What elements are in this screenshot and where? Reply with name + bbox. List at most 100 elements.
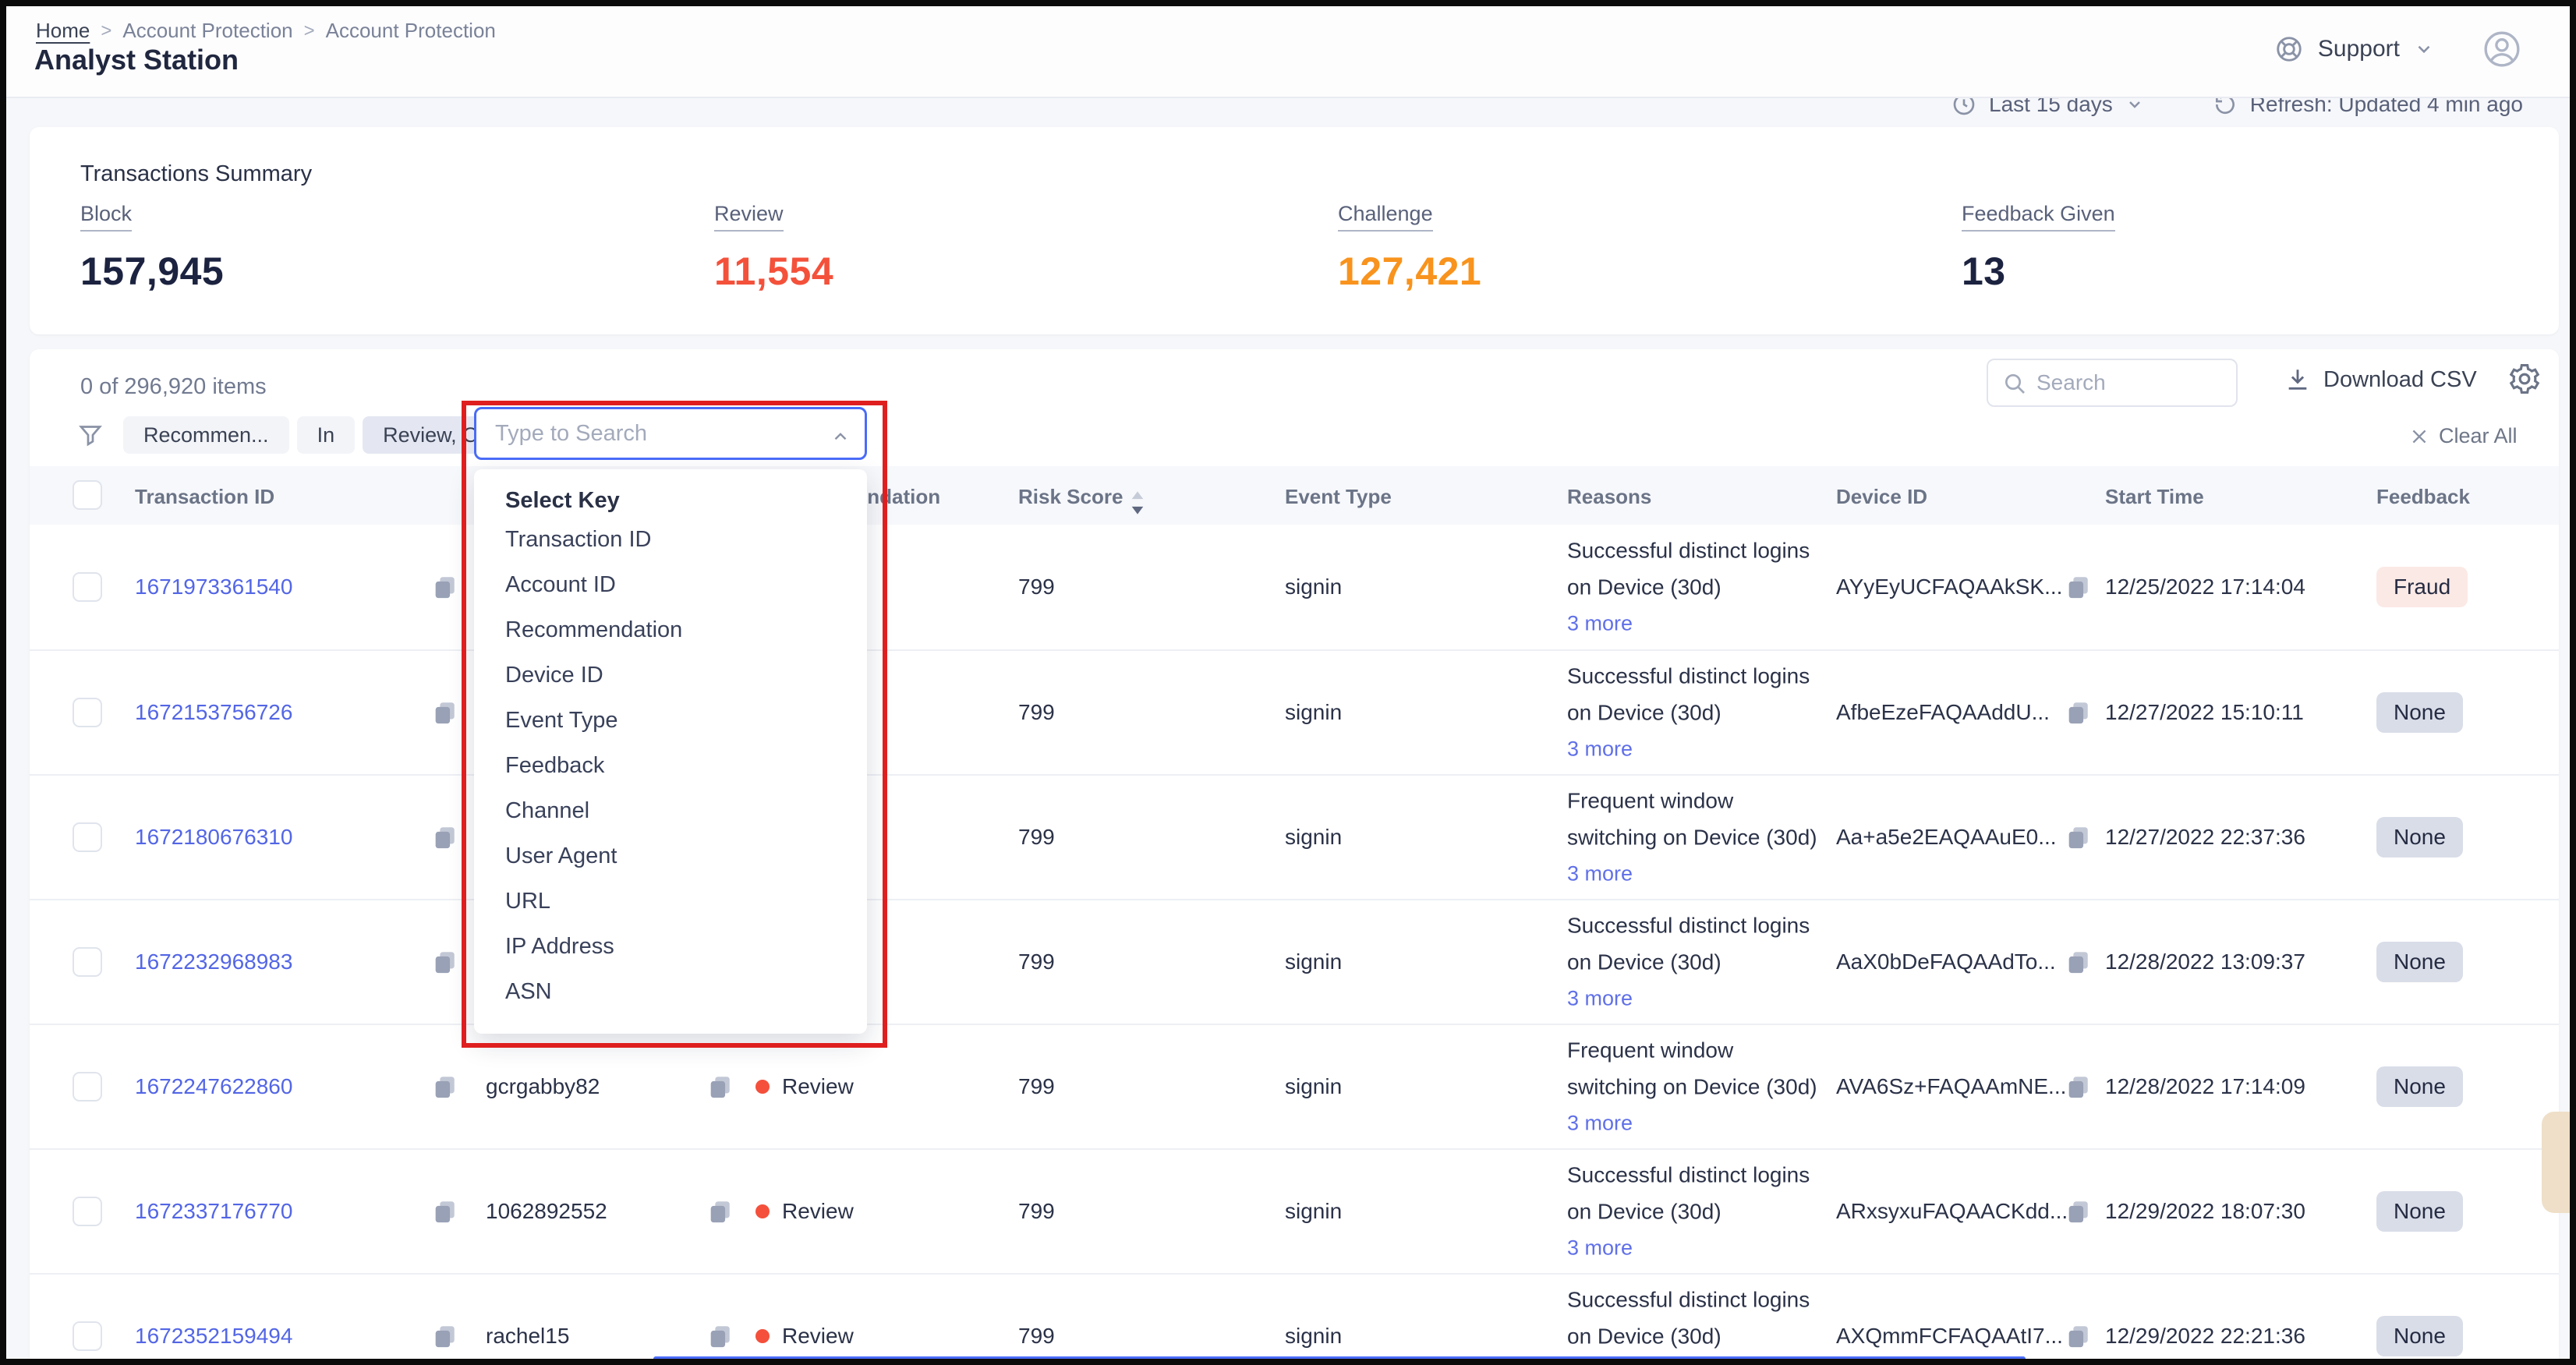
- column-header-feedback[interactable]: Feedback: [2376, 485, 2470, 509]
- transaction-id-link[interactable]: 1672232968983: [135, 949, 292, 974]
- copy-icon[interactable]: [2065, 1323, 2091, 1349]
- dropdown-option[interactable]: URL: [474, 879, 867, 924]
- copy-icon[interactable]: [431, 1073, 458, 1100]
- start-time: 12/27/2022 22:37:36: [2105, 825, 2305, 850]
- feedback-badge: Fraud: [2376, 567, 2468, 607]
- breadcrumb-item: Account Protection: [326, 19, 496, 43]
- dropdown-option[interactable]: Device ID: [474, 652, 867, 698]
- download-csv-label: Download CSV: [2323, 367, 2477, 393]
- dropdown-option[interactable]: ASN: [474, 969, 867, 1014]
- reason-text: Successful distinct logins on Device (30…: [1567, 532, 1829, 606]
- breadcrumb-item[interactable]: Account Protection: [122, 19, 292, 43]
- support-lifebuoy-icon[interactable]: [2274, 34, 2304, 64]
- breadcrumb-home-link[interactable]: Home: [36, 19, 90, 43]
- reasons-cell: Frequent window switching on Device (30d…: [1567, 1032, 1829, 1142]
- support-menu[interactable]: Support: [2318, 36, 2400, 62]
- transaction-id-link[interactable]: 1672247622860: [135, 1074, 292, 1099]
- transaction-id-link[interactable]: 1672337176770: [135, 1199, 292, 1224]
- device-id: AaX0bDeFAQAAdTo...: [1836, 949, 2056, 974]
- copy-icon[interactable]: [706, 1073, 733, 1100]
- copy-icon[interactable]: [2065, 1073, 2091, 1100]
- clear-all-label: Clear All: [2439, 424, 2518, 448]
- more-reasons-link[interactable]: 3 more: [1567, 1230, 1829, 1267]
- more-reasons-link[interactable]: 3 more: [1567, 731, 1829, 768]
- row-checkbox[interactable]: [73, 698, 102, 727]
- copy-icon[interactable]: [2065, 949, 2091, 975]
- more-reasons-link[interactable]: 3 more: [1567, 1105, 1829, 1142]
- column-header-risk-score[interactable]: Risk Score: [1018, 485, 1123, 509]
- transactions-table-card: 0 of 296,920 items Recommen... In Review…: [30, 349, 2559, 1365]
- more-reasons-link[interactable]: 3 more: [1567, 981, 1829, 1017]
- filter-funnel-icon[interactable]: [76, 421, 104, 449]
- vertical-scrollbar-thumb[interactable]: [2542, 1112, 2576, 1213]
- chevron-down-icon[interactable]: [2414, 39, 2434, 59]
- row-checkbox[interactable]: [73, 1197, 102, 1226]
- copy-icon[interactable]: [431, 1323, 458, 1349]
- copy-icon[interactable]: [706, 1198, 733, 1225]
- filter-operator-chip[interactable]: In: [297, 416, 356, 454]
- transactions-summary-card: Transactions Summary Block 157,945 Revie…: [30, 127, 2559, 334]
- more-reasons-link[interactable]: 3 more: [1567, 856, 1829, 893]
- sort-icon[interactable]: [1127, 490, 1148, 516]
- dropdown-option[interactable]: Channel: [474, 788, 867, 833]
- table-horizontal-scrollbar[interactable]: [653, 1356, 2026, 1361]
- row-checkbox[interactable]: [73, 822, 102, 852]
- copy-icon[interactable]: [2065, 824, 2091, 850]
- copy-icon[interactable]: [431, 574, 458, 600]
- chevron-up-icon[interactable]: [830, 426, 851, 447]
- copy-icon[interactable]: [2065, 574, 2091, 600]
- copy-icon[interactable]: [706, 1323, 733, 1349]
- dropdown-option[interactable]: Account ID: [474, 562, 867, 607]
- column-header-event-type[interactable]: Event Type: [1285, 485, 1392, 509]
- table-row: 1672180676310799signinFrequent window sw…: [30, 774, 2559, 899]
- copy-icon[interactable]: [431, 949, 458, 975]
- transaction-id-link[interactable]: 1671973361540: [135, 575, 292, 599]
- column-header-transaction-id[interactable]: Transaction ID: [135, 485, 274, 509]
- risk-score: 799: [1018, 700, 1055, 725]
- column-header-start-time[interactable]: Start Time: [2105, 485, 2204, 509]
- dropdown-group-label: Select Key: [505, 488, 867, 514]
- risk-score: 799: [1018, 949, 1055, 974]
- stat-label: Feedback Given: [1962, 202, 2115, 232]
- table-settings-button[interactable]: [2507, 362, 2542, 396]
- dropdown-option[interactable]: Transaction ID: [474, 517, 867, 562]
- table-row: 1672352159494rachel15Review799signinSucc…: [30, 1273, 2559, 1365]
- select-all-checkbox[interactable]: [73, 480, 102, 510]
- dropdown-option[interactable]: IP Address: [474, 924, 867, 969]
- account-id: rachel15: [486, 1324, 569, 1349]
- row-checkbox[interactable]: [73, 1072, 102, 1102]
- table-row: 1671973361540799signinSuccessful distinc…: [30, 525, 2559, 649]
- copy-icon[interactable]: [2065, 699, 2091, 726]
- transaction-id-link[interactable]: 1672180676310: [135, 825, 292, 850]
- breadcrumb-separator: >: [304, 20, 315, 42]
- filter-field-chip[interactable]: Recommen...: [123, 416, 289, 454]
- start-time: 12/27/2022 15:10:11: [2105, 700, 2304, 725]
- dropdown-option[interactable]: User Agent: [474, 833, 867, 879]
- user-avatar-icon[interactable]: [2482, 30, 2521, 69]
- copy-icon[interactable]: [431, 824, 458, 850]
- filter-key-input[interactable]: [476, 409, 865, 458]
- more-reasons-link[interactable]: 3 more: [1567, 606, 1829, 642]
- copy-icon[interactable]: [2065, 1198, 2091, 1225]
- clear-all-button[interactable]: Clear All: [2409, 424, 2518, 448]
- transaction-id-link[interactable]: 1672352159494: [135, 1324, 292, 1349]
- row-checkbox[interactable]: [73, 572, 102, 602]
- table-header-row: Transaction ID Recommendation Risk Score…: [30, 466, 2559, 525]
- dropdown-option[interactable]: Event Type: [474, 698, 867, 743]
- reason-text: Successful distinct logins on Device (30…: [1567, 658, 1829, 731]
- row-checkbox[interactable]: [73, 1321, 102, 1351]
- transaction-id-link[interactable]: 1672153756726: [135, 700, 292, 725]
- download-csv-button[interactable]: Download CSV: [2284, 366, 2477, 393]
- dropdown-option[interactable]: Recommendation: [474, 607, 867, 652]
- event-type: signin: [1285, 1074, 1342, 1099]
- row-checkbox[interactable]: [73, 947, 102, 977]
- column-header-device-id[interactable]: Device ID: [1836, 485, 1927, 509]
- column-header-reasons[interactable]: Reasons: [1567, 485, 1651, 509]
- summary-title: Transactions Summary: [80, 161, 312, 187]
- copy-icon[interactable]: [431, 1198, 458, 1225]
- reasons-cell: Frequent window switching on Device (30d…: [1567, 783, 1829, 893]
- copy-icon[interactable]: [431, 699, 458, 726]
- filter-key-combobox: [474, 407, 867, 460]
- dropdown-option[interactable]: Feedback: [474, 743, 867, 788]
- start-time: 12/29/2022 18:07:30: [2105, 1199, 2305, 1224]
